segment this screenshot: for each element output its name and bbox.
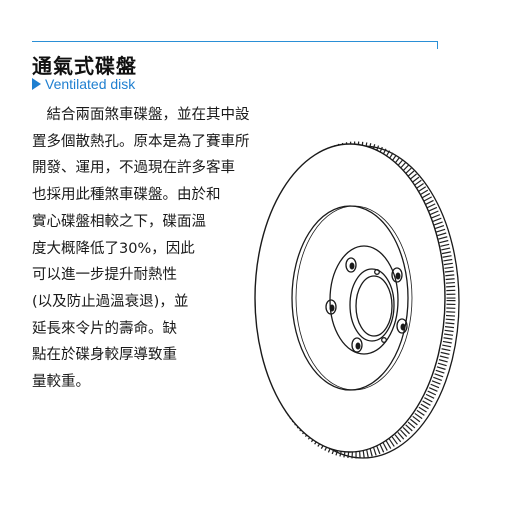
ventilated-brake-disc-icon bbox=[254, 141, 460, 459]
triangle-bullet-icon bbox=[32, 78, 41, 90]
subtitle: Ventilated disk bbox=[32, 76, 135, 92]
page-title: 通氣式碟盤 bbox=[32, 54, 137, 78]
paragraph-line: 結合兩面煞車碟盤，並在其中設 bbox=[32, 107, 250, 123]
header-rule bbox=[32, 41, 438, 42]
subtitle-text: Ventilated disk bbox=[45, 76, 136, 92]
header-rule-tick bbox=[437, 41, 438, 49]
